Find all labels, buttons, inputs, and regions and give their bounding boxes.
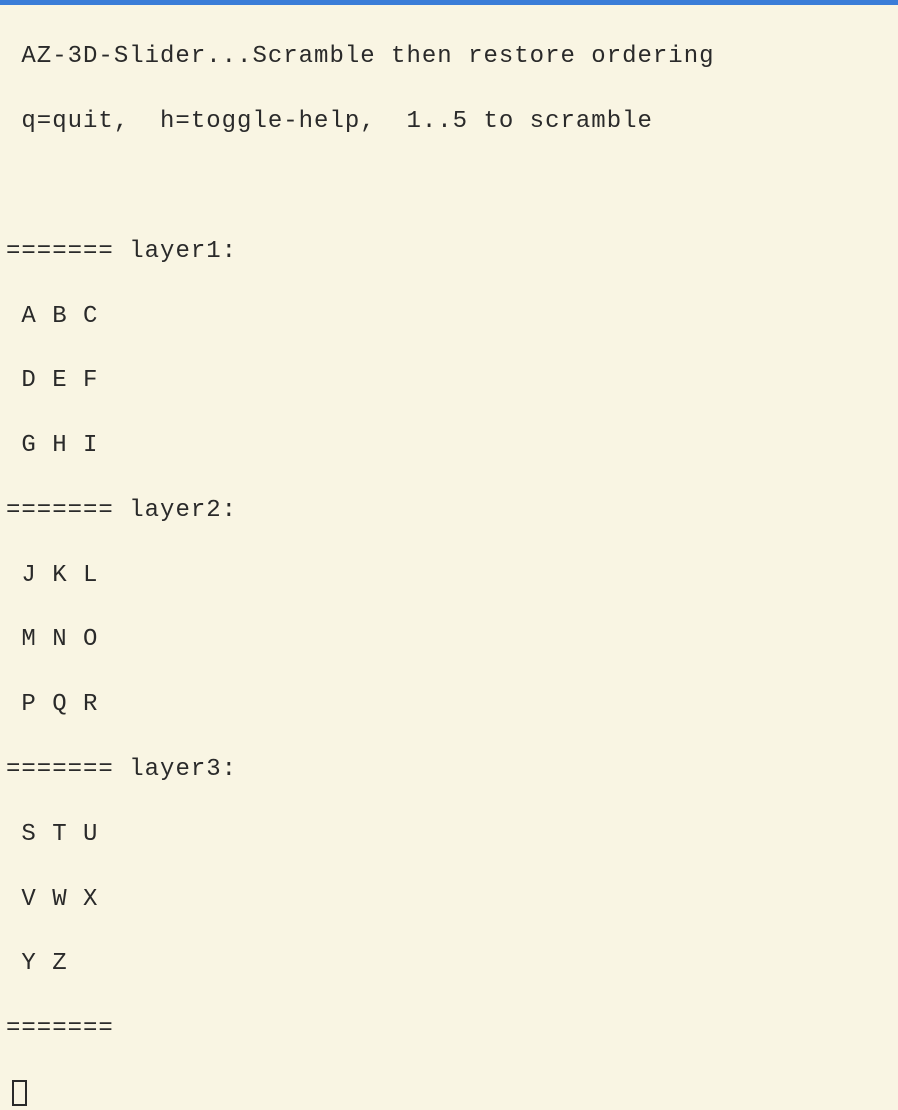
terminal-output[interactable]: AZ-3D-Slider...Scramble then restore ord… (0, 5, 898, 1110)
layer1-header: ======= layer1: (6, 236, 892, 268)
blank-line (6, 171, 892, 203)
layer1-row3: G H I (6, 430, 892, 462)
layer2-header: ======= layer2: (6, 495, 892, 527)
layer3-row3: Y Z (6, 948, 892, 980)
bottom-divider: ======= (6, 1013, 892, 1045)
help-hint: q=quit, h=toggle-help, 1..5 to scramble (6, 106, 892, 138)
layer3-header: ======= layer3: (6, 754, 892, 786)
layer2-row2: M N O (6, 624, 892, 656)
layer2-row3: P Q R (6, 689, 892, 721)
cursor-icon (12, 1080, 27, 1106)
layer3-row1: S T U (6, 819, 892, 851)
game-title: AZ-3D-Slider...Scramble then restore ord… (6, 41, 892, 73)
layer3-row2: V W X (6, 884, 892, 916)
layer2-row1: J K L (6, 560, 892, 592)
layer1-row2: D E F (6, 365, 892, 397)
layer1-row1: A B C (6, 301, 892, 333)
